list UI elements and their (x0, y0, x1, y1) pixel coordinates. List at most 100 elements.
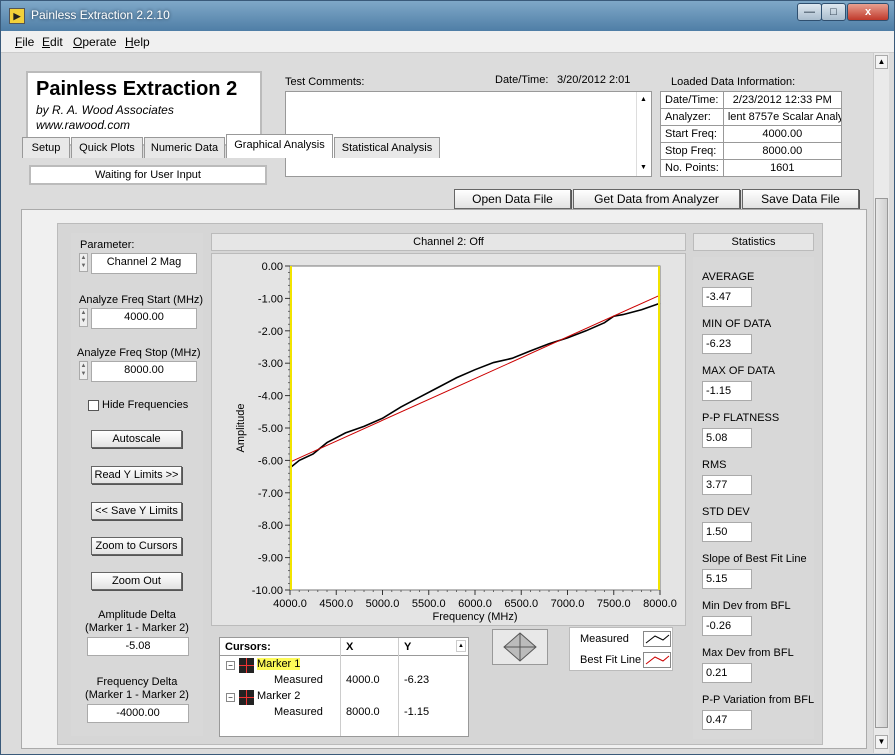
window-title: Painless Extraction 2.2.10 (31, 8, 170, 22)
cursors-divider (220, 655, 468, 656)
stat-label: MIN OF DATA (702, 318, 772, 330)
cursor-mover-control[interactable] (492, 629, 548, 665)
test-comments-textarea[interactable]: ▲ ▼ (285, 91, 652, 177)
stat-value: 0.47 (702, 710, 752, 730)
cursor-move-diamond-icon[interactable] (493, 630, 547, 664)
scroll-down-arrow-icon[interactable]: ▼ (875, 735, 888, 749)
amplitude-delta-label: Amplitude Delta (98, 609, 176, 621)
legend-measured-swatch[interactable] (643, 631, 671, 647)
stat-label: P-P FLATNESS (702, 412, 780, 424)
y-tick-label: 0.00 (262, 261, 283, 273)
stat-value: 5.15 (702, 569, 752, 589)
y-tick-label: -8.00 (258, 520, 283, 532)
menu-edit[interactable]: Edit (42, 35, 63, 49)
y-axis-label: Amplitude (235, 404, 247, 453)
tab-numeric-data[interactable]: Numeric Data (144, 137, 225, 158)
y-tick-label: -6.00 (258, 455, 283, 467)
datetime-label: Date/Time: (495, 74, 549, 86)
analyze-start-input[interactable]: 4000.00 (91, 308, 197, 329)
x-tick-label: 4000.0 (273, 598, 307, 610)
menu-bar: File Edit Operate Help (1, 31, 894, 53)
get-data-from-analyzer-button[interactable]: Get Data from Analyzer (573, 189, 740, 209)
cursors-table[interactable]: Cursors: X Y ▲ − Marker 1 Measured 4000.… (219, 637, 469, 737)
marker2-name[interactable]: Marker 2 (257, 690, 300, 702)
table-row: Analyzer: lent 8757e Scalar Analyz (660, 108, 842, 126)
amplitude-chart[interactable]: 0.00 -1.00 -2.00 -3.00 -4.00 -5.00 -6.00 -7.00 -… (212, 254, 685, 625)
table-row: Date/Time: 2/23/2012 12:33 PM (660, 91, 842, 109)
menu-operate[interactable]: Operate (73, 35, 116, 49)
comments-scroll-down-icon[interactable]: ▼ (640, 164, 647, 171)
x-tick-label: 7500.0 (597, 598, 631, 610)
plot-area[interactable] (289, 265, 661, 591)
comments-scroll-up-icon[interactable]: ▲ (640, 96, 647, 103)
y-tick-label: -10.00 (252, 585, 283, 597)
stat-label: Max Dev from BFL (702, 647, 794, 659)
zoom-to-cursors-button[interactable]: Zoom to Cursors (91, 537, 182, 555)
brand-author: by R. A. Wood Associates (36, 103, 174, 117)
y-tick-label: -9.00 (258, 553, 283, 565)
labview-app-icon: ▶ (9, 8, 25, 24)
chart-frame: 0.00 -1.00 -2.00 -3.00 -4.00 -5.00 -6.00 -7.00 -… (211, 253, 686, 626)
minimize-button[interactable]: — (797, 3, 822, 21)
brand-title: Painless Extraction 2 (36, 78, 238, 100)
x-tick-label: 8000.0 (643, 598, 677, 610)
parameter-spinner-icon[interactable]: ▲ ▼ (79, 253, 88, 272)
stat-label: P-P Variation from BFL (702, 694, 815, 706)
stat-label: RMS (702, 459, 727, 471)
tab-statistical-analysis[interactable]: Statistical Analysis (334, 137, 440, 158)
stop-spinner-icon[interactable]: ▲ ▼ (79, 361, 88, 380)
table-row: Start Freq: 4000.00 (660, 125, 842, 143)
cursors-y-header: Y (404, 641, 412, 653)
scroll-thumb[interactable] (875, 198, 888, 728)
parameter-select[interactable]: Channel 2 Mag (91, 253, 197, 274)
tab-setup[interactable]: Setup (22, 137, 70, 158)
open-data-file-button[interactable]: Open Data File (454, 189, 571, 209)
hide-frequencies-checkbox[interactable] (88, 400, 99, 411)
brand-url: www.rawood.com (36, 118, 131, 132)
statistics-header: Statistics (693, 233, 814, 251)
legend-bfl-swatch[interactable] (643, 652, 671, 668)
table-row: Stop Freq: 8000.00 (660, 142, 842, 160)
title-bar[interactable]: ▶ Painless Extraction 2.2.10 — □ x (1, 1, 894, 31)
app-window: ▶ Painless Extraction 2.2.10 — □ x File … (0, 0, 895, 755)
autoscale-button[interactable]: Autoscale (91, 430, 182, 448)
menu-file[interactable]: File (15, 35, 34, 49)
cursors-scroll-icon[interactable]: ▲ (456, 640, 466, 652)
stat-label: STD DEV (702, 506, 750, 518)
restore-button[interactable]: □ (821, 3, 846, 21)
loaded-info-table: Date/Time: 2/23/2012 12:33 PM Analyzer: le… (660, 91, 842, 177)
tab-quick-plots[interactable]: Quick Plots (71, 137, 143, 158)
analyze-stop-label: Analyze Freq Stop (MHz) (77, 347, 201, 359)
save-y-limits-button[interactable]: << Save Y Limits (91, 502, 182, 520)
collapse-marker1-icon[interactable]: − (226, 661, 235, 670)
scroll-up-arrow-icon[interactable]: ▲ (875, 55, 888, 69)
frequency-delta-value: -4000.00 (87, 704, 189, 723)
analyze-start-label: Analyze Freq Start (MHz) (79, 294, 204, 306)
save-data-file-button[interactable]: Save Data File (742, 189, 859, 209)
marker1-x: 4000.0 (346, 674, 380, 686)
zoom-out-button[interactable]: Zoom Out (91, 572, 182, 590)
menu-help[interactable]: Help (125, 35, 150, 49)
analyze-stop-input[interactable]: 8000.00 (91, 361, 197, 382)
test-comments-label: Test Comments: (285, 76, 365, 88)
read-y-limits-button[interactable]: Read Y Limits >> (91, 466, 182, 484)
close-button[interactable]: x (847, 3, 889, 21)
stat-value: -1.15 (702, 381, 752, 401)
comments-scrollbar[interactable]: ▲ ▼ (636, 92, 651, 176)
stat-value: -3.47 (702, 287, 752, 307)
marker1-name[interactable]: Marker 1 (257, 658, 301, 670)
frequency-delta-sublabel: (Marker 1 - Marker 2) (85, 689, 189, 701)
cursors-x-header: X (346, 641, 354, 653)
y-tick-label: -3.00 (258, 358, 283, 370)
tab-graphical-analysis[interactable]: Graphical Analysis (226, 134, 333, 158)
vertical-scrollbar[interactable]: ▲ ▼ (873, 53, 889, 753)
controls-column: Parameter: ▲ ▼ Channel 2 Mag Analyze Freq… (71, 233, 203, 736)
status-indicator: Waiting for User Input (29, 165, 267, 185)
stat-label: Slope of Best Fit Line (702, 553, 807, 565)
amplitude-delta-sublabel: (Marker 1 - Marker 2) (85, 622, 189, 634)
stat-value: 0.21 (702, 663, 752, 683)
x-tick-label: 7000.0 (551, 598, 585, 610)
collapse-marker2-icon[interactable]: − (226, 693, 235, 702)
start-spinner-icon[interactable]: ▲ ▼ (79, 308, 88, 327)
x-tick-label: 5000.0 (366, 598, 400, 610)
